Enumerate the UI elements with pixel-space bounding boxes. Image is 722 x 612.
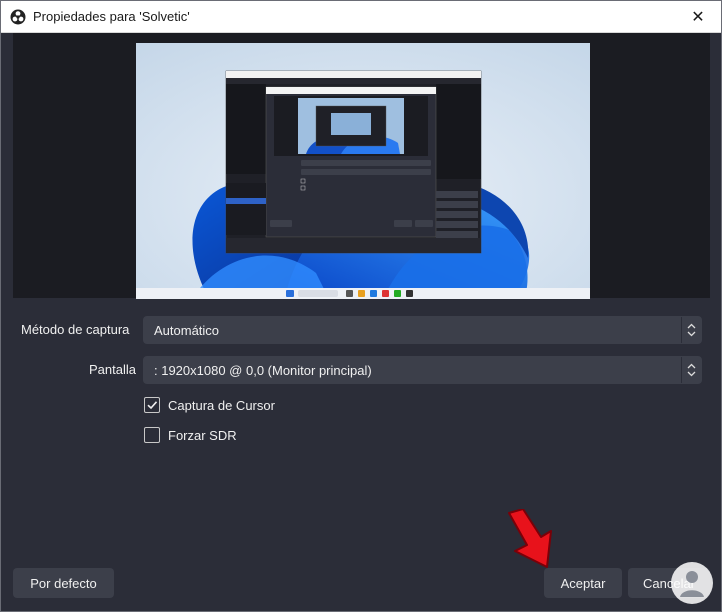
force-sdr-checkbox[interactable] — [144, 427, 160, 443]
properties-dialog: Propiedades para 'Solvetic' ✕ Método de … — [0, 0, 722, 612]
capture-method-value: Automático — [154, 322, 220, 338]
chevron-updown-icon — [681, 357, 701, 383]
close-icon: ✕ — [691, 9, 705, 26]
display-value: : 1920x1080 @ 0,0 (Monitor principal) — [154, 362, 372, 378]
close-button[interactable]: ✕ — [675, 1, 721, 33]
capture-preview — [136, 43, 590, 299]
checkmark-icon — [147, 401, 158, 410]
display-label: Pantalla — [89, 362, 136, 377]
display-select[interactable]: : 1920x1080 @ 0,0 (Monitor principal) — [143, 356, 702, 384]
capture-method-label: Método de captura — [21, 322, 130, 337]
capture-cursor-label: Captura de Cursor — [168, 397, 275, 413]
solvetic-logo — [671, 562, 713, 604]
red-arrow-icon — [508, 509, 552, 568]
capture-cursor-option[interactable]: Captura de Cursor — [144, 397, 275, 413]
title-bar: Propiedades para 'Solvetic' ✕ — [1, 1, 721, 33]
capture-cursor-checkbox[interactable] — [144, 397, 160, 413]
force-sdr-option[interactable]: Forzar SDR — [144, 427, 237, 443]
obs-logo-icon — [10, 9, 26, 24]
force-sdr-label: Forzar SDR — [168, 427, 237, 443]
accept-button[interactable]: Aceptar — [544, 568, 622, 598]
defaults-button[interactable]: Por defecto — [13, 568, 114, 598]
capture-method-select[interactable]: Automático — [143, 316, 702, 344]
chevron-updown-icon — [681, 317, 701, 343]
window-title: Propiedades para 'Solvetic' — [33, 9, 190, 24]
